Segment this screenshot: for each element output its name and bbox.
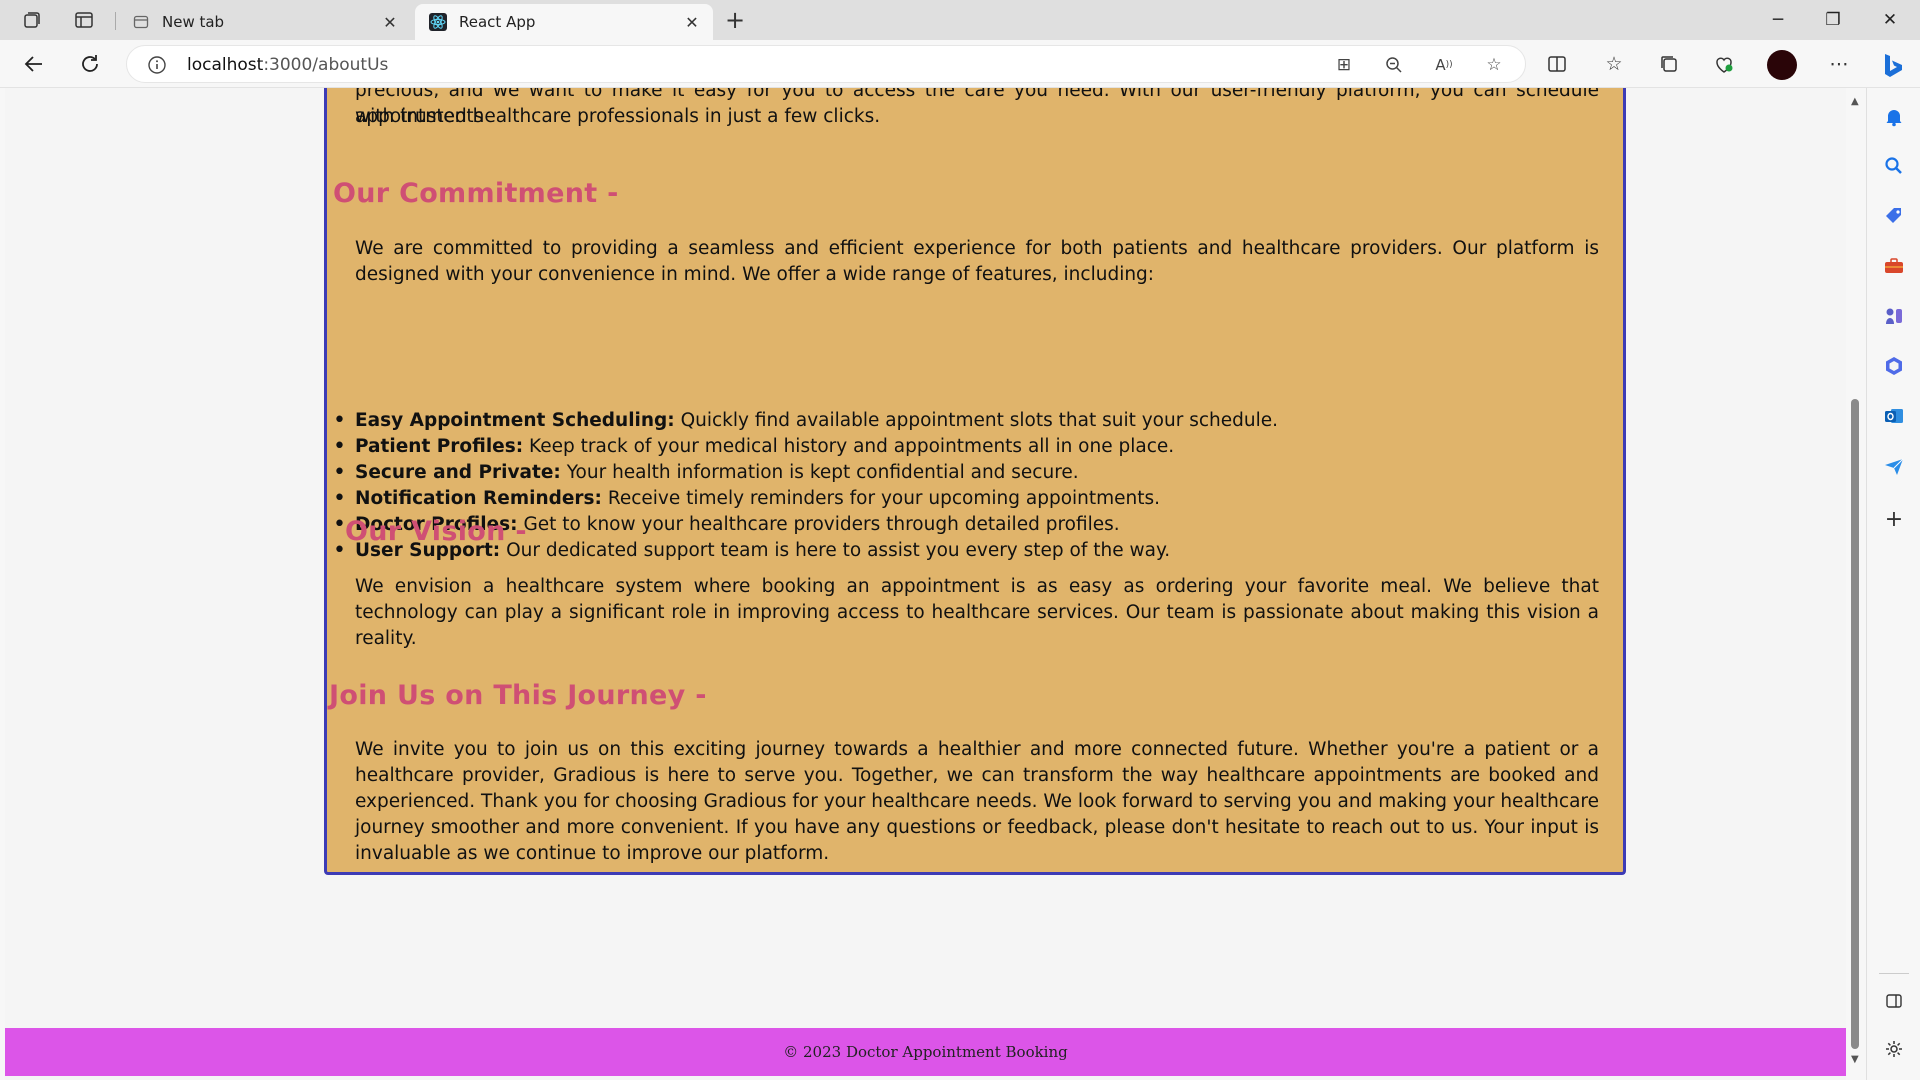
tab-actions-icon[interactable] bbox=[72, 8, 96, 32]
browser-toolbar: localhost:3000/aboutUs ⊞ A)) ☆ ☆ ⋯ bbox=[0, 40, 1920, 88]
list-item: Notification Reminders: Receive timely r… bbox=[333, 486, 1599, 512]
intro-text: with trusted healthcare professionals in… bbox=[355, 106, 881, 127]
commitment-text: We are committed to providing a seamless… bbox=[355, 238, 1599, 285]
new-tab-icon bbox=[132, 13, 150, 31]
games-icon[interactable] bbox=[1881, 303, 1907, 329]
tab-new-tab[interactable]: New tab ✕ bbox=[118, 4, 411, 40]
copilot-icon[interactable] bbox=[1873, 47, 1909, 83]
split-screen-icon[interactable] bbox=[1545, 52, 1569, 76]
journey-heading: Join Us on This Journey - bbox=[329, 680, 707, 711]
url-host: localhost bbox=[187, 55, 264, 75]
tools-briefcase-icon[interactable] bbox=[1881, 253, 1907, 279]
page-scrollbar[interactable]: ▲ ▼ bbox=[1846, 88, 1864, 1080]
refresh-button[interactable] bbox=[76, 50, 104, 78]
page-footer: © 2023 Doctor Appointment Booking bbox=[5, 1028, 1846, 1076]
search-icon[interactable] bbox=[1881, 153, 1907, 179]
scroll-up-arrow-icon[interactable]: ▲ bbox=[1851, 96, 1859, 107]
list-item: Secure and Private: Your health informat… bbox=[333, 460, 1599, 486]
tab-title: New tab bbox=[162, 13, 225, 31]
minimize-button[interactable]: ─ bbox=[1758, 6, 1798, 34]
address-bar[interactable]: localhost:3000/aboutUs ⊞ A)) ☆ bbox=[126, 45, 1526, 83]
add-sidebar-app-icon[interactable]: + bbox=[1881, 506, 1907, 532]
outlook-icon[interactable] bbox=[1881, 403, 1907, 429]
feature-text: Receive timely reminders for your upcomi… bbox=[601, 488, 1161, 509]
window-close-button[interactable]: ✕ bbox=[1870, 6, 1910, 34]
hide-sidebar-icon[interactable] bbox=[1881, 988, 1907, 1014]
send-telegram-icon[interactable] bbox=[1881, 453, 1907, 479]
close-icon[interactable]: ✕ bbox=[681, 11, 703, 33]
sidebar-divider bbox=[1879, 973, 1909, 974]
footer-copyright: © 2023 Doctor Appointment Booking bbox=[783, 1043, 1068, 1061]
profile-avatar[interactable] bbox=[1767, 50, 1797, 80]
url-path: :3000/aboutUs bbox=[263, 55, 389, 75]
app-available-icon[interactable]: ⊞ bbox=[1333, 54, 1355, 76]
url-text: localhost:3000/aboutUs bbox=[187, 55, 388, 75]
tab-strip: New tab ✕ React App ✕ + ─ ❐ ✕ bbox=[0, 0, 1920, 40]
restore-button[interactable]: ❐ bbox=[1813, 6, 1853, 34]
commitment-heading: Our Commitment - bbox=[333, 178, 619, 209]
list-item: Patient Profiles: Keep track of your med… bbox=[333, 434, 1599, 460]
tab-separator bbox=[115, 12, 116, 30]
feature-text: Our dedicated support team is here to as… bbox=[500, 540, 1171, 561]
collections-icon[interactable] bbox=[1657, 52, 1681, 76]
list-item: User Support: Our dedicated support team… bbox=[333, 538, 1599, 564]
favorite-star-icon[interactable]: ☆ bbox=[1483, 54, 1505, 76]
feature-title: Secure and Private: bbox=[355, 462, 561, 483]
read-aloud-icon[interactable]: A)) bbox=[1433, 54, 1455, 76]
zoom-out-icon[interactable] bbox=[1383, 54, 1405, 76]
feature-list: Easy Appointment Scheduling: Quickly fin… bbox=[333, 408, 1599, 564]
scroll-down-arrow-icon[interactable]: ▼ bbox=[1851, 1054, 1859, 1065]
vision-heading: Our Vision - bbox=[345, 516, 527, 547]
feature-title: Patient Profiles: bbox=[355, 436, 524, 457]
feature-text: Quickly find available appointment slots… bbox=[674, 410, 1278, 431]
feature-text: Your health information is kept confiden… bbox=[560, 462, 1079, 483]
tab-react-app[interactable]: React App ✕ bbox=[415, 4, 713, 40]
vision-text: We envision a healthcare system where bo… bbox=[355, 576, 1599, 649]
shopping-tag-icon[interactable] bbox=[1881, 203, 1907, 229]
feature-title: Notification Reminders: bbox=[355, 488, 602, 509]
react-logo-icon bbox=[429, 13, 447, 31]
back-button[interactable] bbox=[20, 50, 48, 78]
browser-essentials-icon[interactable] bbox=[1712, 52, 1736, 76]
new-tab-button[interactable]: + bbox=[722, 8, 748, 34]
list-item: Doctor Profiles: Get to know your health… bbox=[333, 512, 1599, 538]
site-info-icon[interactable] bbox=[147, 55, 167, 75]
scroll-thumb[interactable] bbox=[1851, 399, 1859, 1049]
feature-title: Easy Appointment Scheduling: bbox=[355, 410, 675, 431]
feature-text: Get to know your healthcare providers th… bbox=[517, 514, 1120, 535]
edge-sidebar: + bbox=[1866, 88, 1920, 1080]
journey-text: We invite you to join us on this excitin… bbox=[355, 739, 1599, 864]
microsoft-365-icon[interactable] bbox=[1881, 353, 1907, 379]
workspaces-icon[interactable] bbox=[20, 8, 44, 32]
more-options-icon[interactable]: ⋯ bbox=[1827, 52, 1851, 76]
close-icon[interactable]: ✕ bbox=[379, 11, 401, 33]
favorites-icon[interactable]: ☆ bbox=[1602, 52, 1626, 76]
page-viewport: precious, and we want to make it easy fo… bbox=[5, 88, 1846, 1080]
list-item: Easy Appointment Scheduling: Quickly fin… bbox=[333, 408, 1599, 434]
settings-gear-icon[interactable] bbox=[1881, 1036, 1907, 1062]
feature-text: Keep track of your medical history and a… bbox=[523, 436, 1175, 457]
tab-title: React App bbox=[459, 13, 536, 31]
about-us-card: precious, and we want to make it easy fo… bbox=[324, 88, 1626, 875]
notification-bell-icon[interactable] bbox=[1881, 104, 1907, 130]
